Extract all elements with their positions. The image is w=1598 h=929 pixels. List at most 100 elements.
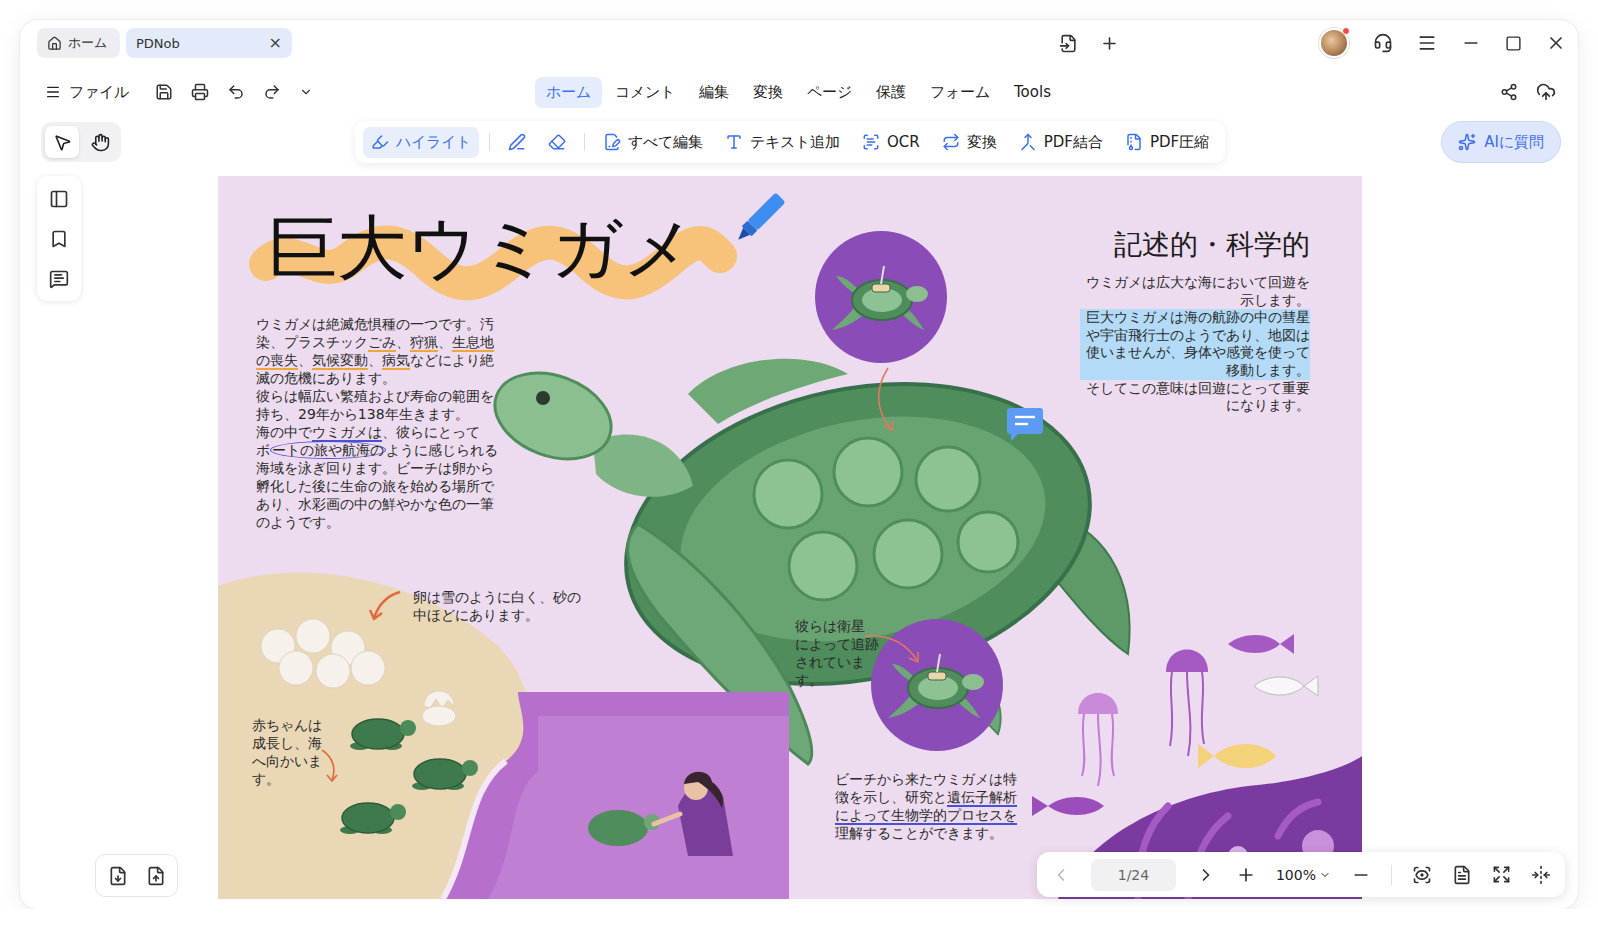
- text-span: 染、プラスチック: [256, 334, 368, 350]
- side-heading: 記述的・科学的: [1070, 226, 1310, 264]
- cloud-upload-icon[interactable]: [1536, 82, 1556, 102]
- ai-ask-button[interactable]: AIに質問: [1441, 121, 1561, 163]
- page-navigation: 1/24 100%: [1037, 852, 1565, 897]
- thumbnails-icon[interactable]: [49, 189, 69, 209]
- chevron-right-icon: [1196, 865, 1216, 885]
- notification-dot: [1342, 27, 1350, 35]
- text-span: 、彼らにとって: [382, 424, 480, 440]
- window-tab[interactable]: PDNob ×: [126, 28, 292, 58]
- view-mode-button[interactable]: [1412, 865, 1432, 885]
- menu-tab[interactable]: 編集: [688, 77, 740, 108]
- fullscreen-button[interactable]: [1492, 865, 1511, 884]
- baby-caption: 赤ちゃんは成長し、海へ向かいます。: [252, 716, 322, 788]
- text-line: す。: [252, 770, 322, 788]
- main-toolbar: ハイライト すべて編集テキスト追加OCR変換PDF結合PDF圧縮: [355, 121, 1225, 163]
- menu-tab[interactable]: フォーム: [919, 77, 1001, 108]
- comments-icon[interactable]: [49, 269, 69, 289]
- toolbar-button[interactable]: ハイライト: [363, 127, 479, 158]
- text-line: ビーチから来たウミガメは特: [835, 770, 1017, 788]
- text-span: 遺伝子解析: [947, 789, 1017, 805]
- collapse-button[interactable]: [1531, 865, 1551, 885]
- text-span: 理解することができます。: [835, 825, 1003, 841]
- maximize-icon[interactable]: [1505, 35, 1522, 52]
- compress-icon: [1125, 133, 1143, 151]
- open-file-icon[interactable]: [1059, 34, 1078, 53]
- insert-page-icon[interactable]: [108, 866, 128, 886]
- next-page-button[interactable]: [1196, 865, 1216, 885]
- select-arrow-icon: [53, 133, 72, 152]
- research-caption: ビーチから来たウミガメは特徴を示し、研究と遺伝子解析によって生物学的プロセスを理…: [835, 770, 1017, 842]
- page-layout-icon: [1452, 865, 1472, 885]
- minimize-icon[interactable]: [1461, 33, 1481, 53]
- menu-tab[interactable]: Tools: [1003, 77, 1062, 107]
- more-icon[interactable]: [299, 85, 313, 99]
- pointer-tool-button[interactable]: [83, 126, 117, 158]
- save-icon[interactable]: [155, 83, 173, 101]
- file-menu-button[interactable]: ファイル: [45, 83, 129, 102]
- text-span: 、: [438, 334, 452, 350]
- tab-close-button[interactable]: ×: [269, 35, 282, 51]
- share-icon[interactable]: [1500, 83, 1518, 101]
- zoom-in-button[interactable]: [1236, 865, 1256, 885]
- toolbar-button[interactable]: PDF結合: [1011, 127, 1111, 158]
- undo-icon[interactable]: [227, 83, 245, 101]
- pointer-tools: [41, 122, 121, 162]
- comment-bubble-icon[interactable]: [1006, 406, 1044, 442]
- pointer-tool-button[interactable]: [45, 126, 79, 158]
- new-tab-icon[interactable]: [1100, 34, 1119, 53]
- toolbar-button[interactable]: 変換: [934, 127, 1005, 158]
- text-line: されていま: [795, 653, 879, 671]
- close-icon[interactable]: [1546, 33, 1566, 53]
- zoom-out-button[interactable]: [1351, 865, 1371, 885]
- text-span: 狩猟: [410, 334, 438, 350]
- text-line: 巨大ウミガメは海の航跡の中の彗星: [1080, 309, 1310, 327]
- menu-tab[interactable]: ページ: [796, 77, 863, 108]
- text-span: 滅の危機にあります。: [256, 370, 396, 386]
- text-line: 成長し、海: [252, 734, 322, 752]
- text-span: ごみ: [368, 334, 396, 350]
- highlighter-icon: [371, 133, 389, 151]
- intro-paragraph: ウミガメは絶滅危惧種の一つです。汚染、プラスチックごみ、狩猟、生息地の喪失、気候…: [256, 315, 498, 531]
- text-line: 移動します。: [1080, 362, 1310, 380]
- edit-icon: [603, 133, 621, 151]
- text-span: などにより絶: [410, 352, 494, 368]
- text-span: ように感じられる: [386, 442, 498, 458]
- text-span: あり、水彩画の中の鮮やかな色の一筆: [256, 496, 494, 512]
- text-span: 、: [396, 334, 410, 350]
- text-line: によって追跡: [795, 635, 879, 653]
- menu-tab[interactable]: 変換: [742, 77, 794, 108]
- satellite-turtle-badge: [814, 230, 948, 364]
- page-number-field[interactable]: 1/24: [1091, 859, 1176, 891]
- toolbar-button[interactable]: PDF圧縮: [1117, 127, 1217, 158]
- print-icon[interactable]: [191, 83, 209, 101]
- window-tab[interactable]: ホーム: [37, 28, 120, 58]
- page-actions: [95, 854, 178, 897]
- menu-row: ファイル ホームコメント編集変換ページ保護フォームTools: [20, 64, 1578, 120]
- tab-label: ホーム: [47, 34, 107, 52]
- page-layout-button[interactable]: [1452, 865, 1472, 885]
- zoom-select[interactable]: 100%: [1276, 867, 1331, 883]
- menu-actions: [1062, 82, 1556, 102]
- extract-page-icon[interactable]: [146, 866, 166, 886]
- toolbar-button[interactable]: OCR: [854, 127, 928, 157]
- menu-tab[interactable]: コメント: [604, 77, 686, 108]
- previous-page-button[interactable]: [1051, 865, 1071, 885]
- support-icon[interactable]: [1373, 33, 1393, 53]
- toolbar-button[interactable]: テキスト追加: [717, 127, 848, 158]
- toolbar-button[interactable]: すべて編集: [595, 127, 711, 158]
- toolbar-button[interactable]: [540, 127, 574, 157]
- text-line: ウミガメは絶滅危惧種の一つです。汚: [256, 315, 498, 333]
- text-span: ウミガメは: [312, 424, 382, 440]
- menu-tab[interactable]: 保護: [865, 77, 917, 108]
- user-avatar[interactable]: [1319, 28, 1349, 58]
- menu-tab[interactable]: ホーム: [535, 77, 602, 108]
- tab-label: PDNob: [136, 36, 180, 51]
- tab-actions: [1059, 34, 1119, 53]
- menu-icon[interactable]: [1417, 33, 1437, 53]
- hamburger-icon: [45, 84, 61, 100]
- bookmark-icon[interactable]: [49, 229, 69, 249]
- text-line: 理解することができます。: [835, 824, 1017, 842]
- redo-icon[interactable]: [263, 83, 281, 101]
- toolbar-button[interactable]: [500, 127, 534, 157]
- minus-icon: [1351, 865, 1371, 885]
